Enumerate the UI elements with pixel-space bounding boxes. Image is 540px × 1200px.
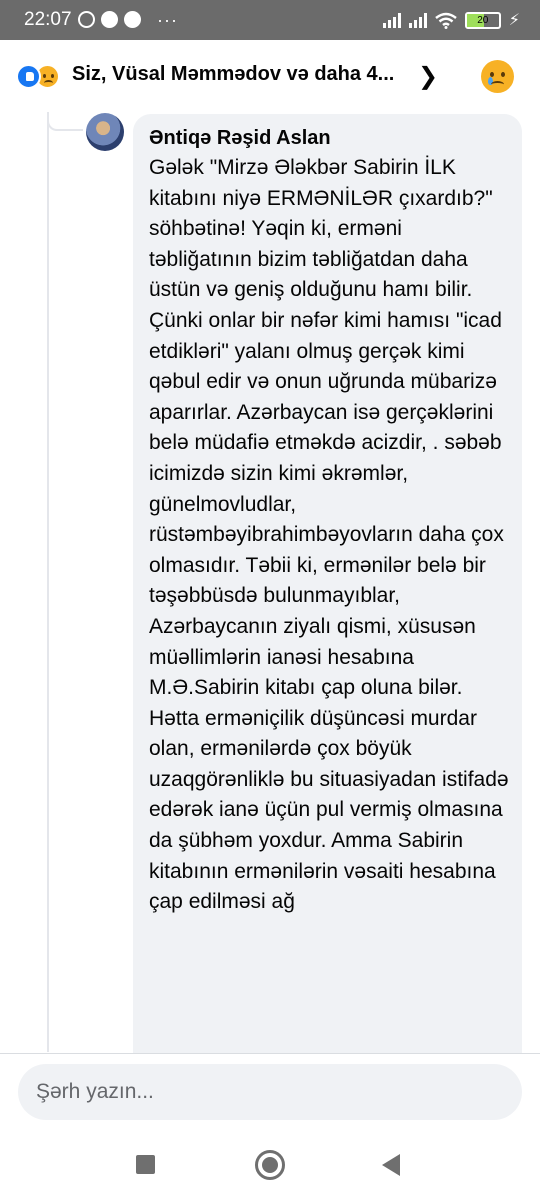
- like-reaction-icon: [16, 64, 41, 89]
- comment-bubble[interactable]: Əntiqə Rəşid Aslan Gələk "Mirzə Ələkbər …: [133, 114, 522, 1104]
- whatsapp-icon: [78, 11, 95, 28]
- status-time: 22:07: [24, 9, 72, 30]
- status-bar: 22:07 ··· 20 ⚡: [0, 0, 540, 40]
- battery-level: 20: [477, 14, 489, 26]
- battery-icon: 20: [464, 11, 501, 29]
- more-notifications-icon: ···: [157, 9, 178, 30]
- chevron-right-icon[interactable]: ❯: [418, 62, 438, 91]
- messenger-icon: [124, 11, 141, 28]
- signal-icon: [408, 12, 427, 28]
- comment-author[interactable]: Əntiqə Rəşid Aslan: [149, 126, 510, 150]
- reactions-summary[interactable]: Siz, Vüsal Məmmədov və daha 4...: [72, 63, 394, 86]
- recents-button[interactable]: [136, 1155, 155, 1174]
- thread-connector: [47, 112, 83, 131]
- thread-line: [47, 112, 49, 1052]
- avatar[interactable]: [86, 113, 124, 151]
- comment-text: Gələk "Mirzə Ələkbər Sabirin İLK kitabın…: [149, 156, 509, 914]
- reaction-icons: [16, 64, 60, 89]
- navigation-bar: [0, 1133, 540, 1200]
- messenger-icon: [101, 11, 118, 28]
- comment-input[interactable]: [18, 1064, 522, 1120]
- status-right: 20 ⚡: [382, 10, 520, 30]
- charging-icon: ⚡: [508, 12, 520, 29]
- comment-composer: [0, 1053, 540, 1133]
- signal-icon: [382, 12, 401, 28]
- home-button[interactable]: [255, 1150, 285, 1180]
- sad-reaction-button[interactable]: [481, 60, 514, 93]
- back-button[interactable]: [382, 1154, 400, 1176]
- reactions-header[interactable]: Siz, Vüsal Məmmədov və daha 4... ❯: [0, 40, 540, 112]
- wifi-icon: [434, 12, 457, 29]
- tear-icon: [488, 77, 493, 85]
- notification-icons: ···: [78, 9, 178, 30]
